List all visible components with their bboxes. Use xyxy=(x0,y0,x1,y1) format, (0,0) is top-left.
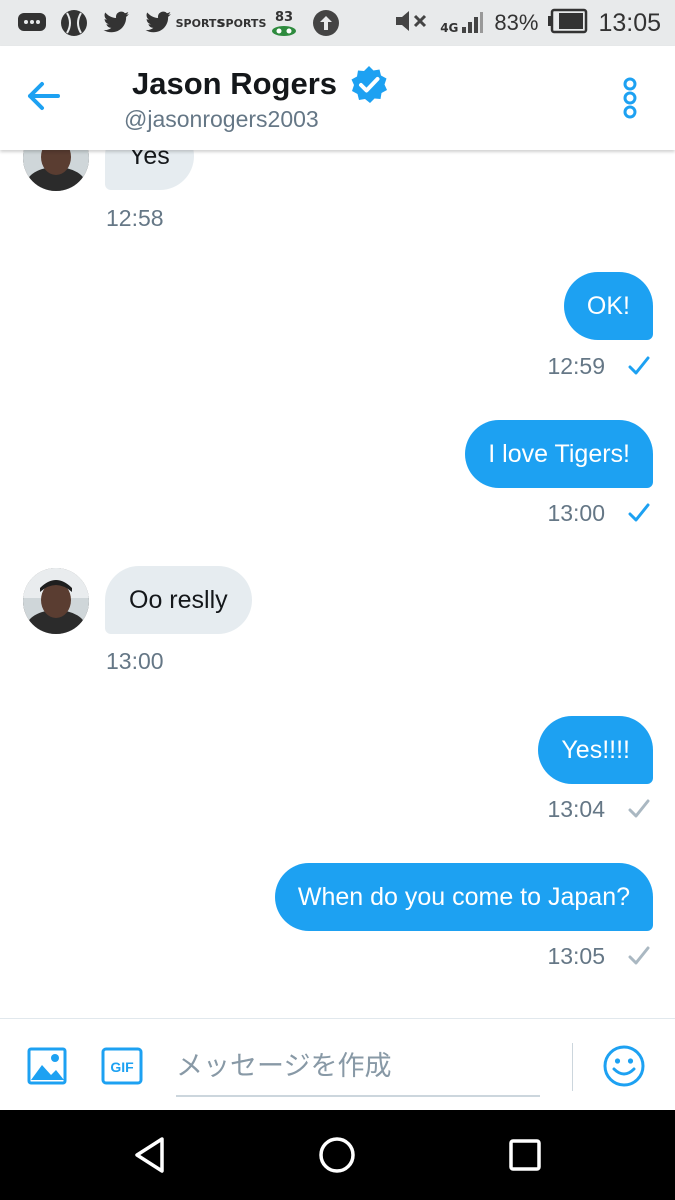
message-bubble-outgoing[interactable]: Yes!!!! xyxy=(538,716,653,784)
message-timestamp: 13:00 xyxy=(106,648,164,674)
contact-handle: @jasonrogers2003 xyxy=(124,106,319,132)
image-icon xyxy=(27,1047,67,1085)
battery-app-icon: 83 xyxy=(268,8,300,38)
composer-divider xyxy=(572,1043,573,1091)
nav-home-button[interactable] xyxy=(318,1136,356,1174)
read-check-icon xyxy=(628,356,650,375)
gif-label: GIF xyxy=(110,1059,134,1075)
conversation-header: Jason Rogers @jasonrogers2003 xyxy=(0,46,675,150)
chat-icon xyxy=(16,8,48,38)
message-timestamp: 12:58 xyxy=(106,205,164,231)
network-4g-icon: 4G xyxy=(440,11,484,35)
mute-icon xyxy=(394,8,430,39)
baseball-icon xyxy=(58,8,90,38)
nav-back-button[interactable] xyxy=(132,1136,168,1174)
avatar[interactable] xyxy=(23,150,89,191)
message-input[interactable] xyxy=(176,1037,540,1097)
twitter-icon xyxy=(100,8,132,38)
message-bubble-outgoing[interactable]: I love Tigers! xyxy=(465,420,653,488)
more-options-button[interactable] xyxy=(612,76,648,120)
android-navigation-bar xyxy=(0,1110,675,1200)
verified-badge-icon xyxy=(348,64,390,106)
message-bubble-outgoing[interactable]: OK! xyxy=(563,272,653,340)
message-timestamp: 13:00 xyxy=(547,500,605,526)
message-composer: GIF xyxy=(0,1018,675,1111)
back-arrow-icon xyxy=(28,82,60,110)
circle-home-icon xyxy=(319,1137,355,1173)
message-timestamp: 13:04 xyxy=(547,796,605,822)
add-photo-button[interactable] xyxy=(27,1047,67,1085)
sports-app-icon: SPORTS xyxy=(175,16,225,30)
sent-check-icon xyxy=(628,946,650,965)
message-bubble-outgoing[interactable]: When do you come to Japan? xyxy=(274,863,653,931)
message-list[interactable]: Yes 12:58 OK! 12:59 I love Tigers! 13:00… xyxy=(0,150,675,1020)
add-gif-button[interactable]: GIF xyxy=(101,1047,143,1085)
message-timestamp: 12:59 xyxy=(547,353,605,379)
triangle-back-icon xyxy=(135,1137,164,1173)
nav-recents-button[interactable] xyxy=(508,1138,542,1172)
message-bubble-incoming[interactable]: Yes xyxy=(105,150,194,190)
back-button[interactable] xyxy=(22,76,68,116)
message-timestamp: 13:05 xyxy=(547,943,605,969)
message-bubble-incoming[interactable]: Oo reslly xyxy=(105,566,252,634)
more-vertical-icon xyxy=(623,77,637,119)
square-recents-icon xyxy=(509,1139,541,1171)
emoji-button[interactable] xyxy=(602,1044,646,1088)
battery-percent: 83% xyxy=(494,10,539,35)
read-check-icon xyxy=(628,503,650,522)
sports-app-icon: SPORTS xyxy=(217,16,267,30)
status-bar: SPORTS SPORTS 83 4G 83% 13:05 xyxy=(0,0,675,46)
avatar[interactable] xyxy=(23,568,89,634)
upload-icon xyxy=(310,8,342,38)
battery-icon xyxy=(548,8,588,39)
status-time: 13:05 xyxy=(598,8,661,37)
contact-name: Jason Rogers xyxy=(132,66,338,101)
emoji-icon xyxy=(603,1045,645,1087)
gif-icon: GIF xyxy=(101,1047,143,1085)
sent-check-icon xyxy=(628,799,650,818)
twitter-icon xyxy=(142,8,174,38)
